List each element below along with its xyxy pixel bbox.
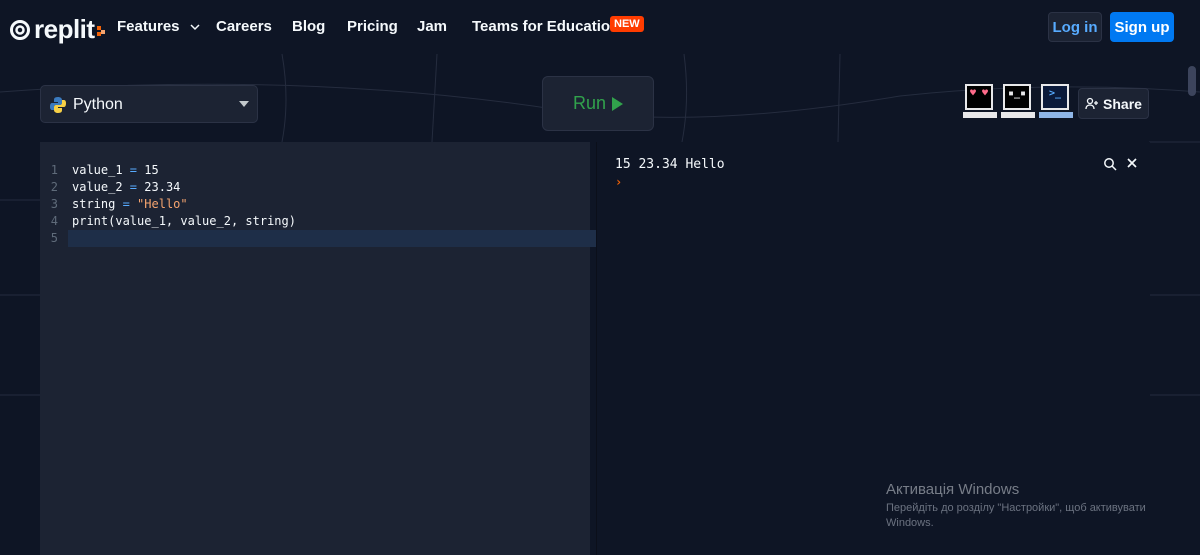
avatar-face: ♥ ♥ bbox=[969, 88, 989, 99]
avatar-face: ▪_▪ bbox=[1007, 88, 1027, 99]
page-scrollbar[interactable] bbox=[1188, 66, 1196, 96]
watermark-line: Перейдіть до розділу "Настройки", щоб ак… bbox=[886, 502, 1146, 514]
language-label: Python bbox=[73, 96, 123, 113]
replit-spiral-icon bbox=[10, 19, 30, 40]
watermark-title: Активація Windows bbox=[886, 481, 1020, 498]
caret-down-icon bbox=[239, 101, 249, 107]
nav-features-label: Features bbox=[117, 18, 180, 35]
watermark-line: Windows. bbox=[886, 517, 934, 529]
windows-activation-watermark: Активація Windows Перейдіть до розділу "… bbox=[886, 481, 1146, 531]
add-user-icon bbox=[1085, 97, 1099, 109]
code-line[interactable]: 4 print(value_1, value_2, string) bbox=[40, 213, 575, 230]
share-button[interactable]: Share bbox=[1078, 88, 1149, 119]
avatar-face: >_ bbox=[1048, 88, 1062, 99]
code-text: print(value_1, value_2, string) bbox=[72, 214, 296, 228]
top-navigation: replit Features Careers Blog Pricing Jam… bbox=[0, 0, 1200, 54]
nav-teams-link[interactable]: Teams for Education bbox=[472, 18, 619, 35]
line-number: 3 bbox=[50, 197, 58, 211]
heart-eyes-computer-icon: ♥ ♥ bbox=[963, 84, 997, 120]
code-text: value_1 = 15 bbox=[72, 163, 159, 177]
share-label: Share bbox=[1103, 95, 1142, 112]
console-prompt: › bbox=[615, 175, 623, 189]
new-badge: NEW bbox=[610, 16, 644, 32]
code-line[interactable]: 3 string = "Hello" bbox=[40, 196, 575, 213]
nav-pricing-link[interactable]: Pricing bbox=[347, 18, 398, 35]
play-icon bbox=[612, 96, 624, 111]
logo-text: replit bbox=[34, 14, 95, 44]
line-number: 5 bbox=[50, 231, 58, 245]
console-output: 15 23.34 Hello bbox=[615, 157, 725, 172]
nav-jam-link[interactable]: Jam bbox=[417, 18, 447, 35]
code-line[interactable]: 1 value_1 = 15 bbox=[40, 162, 575, 179]
line-number: 2 bbox=[50, 180, 58, 194]
signup-button[interactable]: Sign up bbox=[1110, 12, 1174, 42]
terminal-computer-icon: >_ bbox=[1039, 84, 1073, 120]
chevron-down-icon bbox=[190, 24, 200, 31]
search-icon[interactable] bbox=[1103, 157, 1117, 171]
line-number: 1 bbox=[50, 163, 58, 177]
code-line[interactable]: 5 bbox=[40, 230, 575, 247]
nav-careers-link[interactable]: Careers bbox=[216, 18, 272, 35]
code-line[interactable]: 2 value_2 = 23.34 bbox=[40, 179, 575, 196]
code-text: value_2 = 23.34 bbox=[72, 180, 181, 194]
nav-features-link[interactable]: Features bbox=[117, 18, 200, 35]
replit-logo[interactable]: replit bbox=[10, 14, 105, 45]
line-number: 4 bbox=[50, 214, 58, 228]
language-select[interactable]: Python bbox=[40, 85, 258, 123]
run-label: Run bbox=[572, 93, 607, 113]
code-text: string = "Hello" bbox=[72, 197, 188, 211]
neutral-computer-icon: ▪_▪ bbox=[1001, 84, 1035, 120]
login-button[interactable]: Log in bbox=[1048, 12, 1102, 42]
avatar-group: ♥ ♥ ▪_▪ >_ bbox=[963, 84, 1077, 120]
code-editor[interactable]: 1 value_1 = 15 2 value_2 = 23.34 3 strin… bbox=[40, 142, 615, 555]
python-icon bbox=[50, 97, 66, 113]
run-button[interactable]: Run bbox=[542, 76, 654, 131]
logo-dots-icon bbox=[96, 25, 105, 36]
nav-blog-link[interactable]: Blog bbox=[292, 18, 325, 35]
close-icon[interactable] bbox=[1125, 156, 1139, 170]
